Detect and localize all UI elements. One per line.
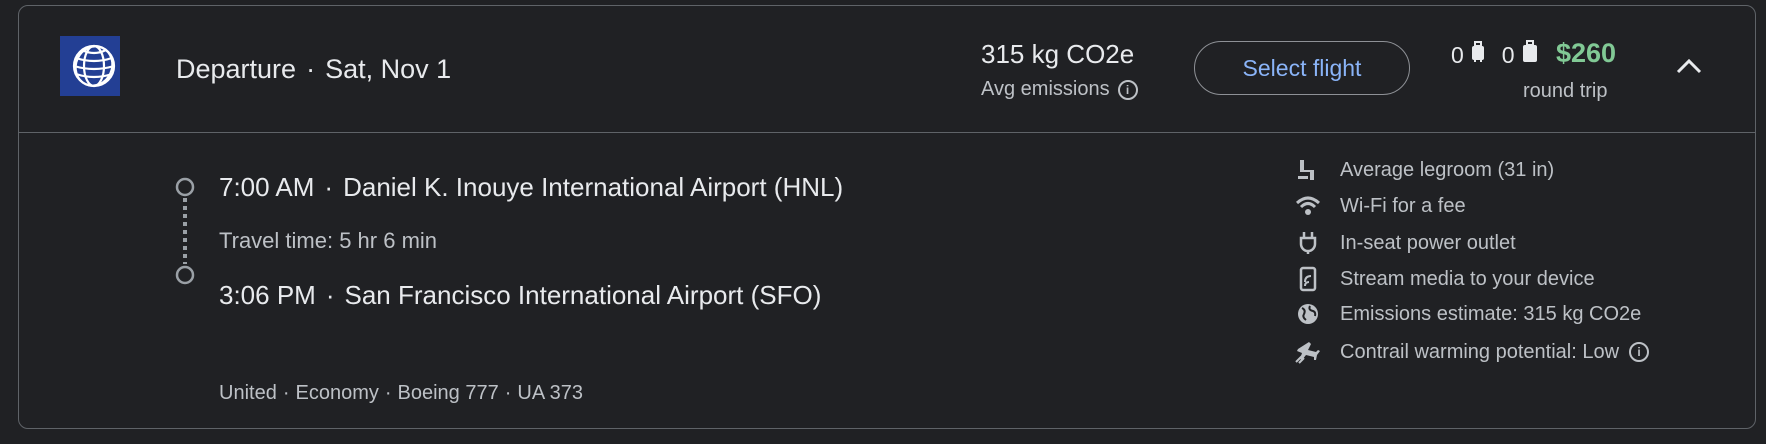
emissions-label-row: Avg emissions i bbox=[981, 78, 1138, 101]
info-icon[interactable]: i bbox=[1117, 79, 1138, 100]
flight-card-header[interactable]: Departure · Sat, Nov 1 315 kg CO2e Avg emi… bbox=[19, 6, 1755, 133]
wifi-icon bbox=[1294, 192, 1322, 220]
amenity-power: In-seat power outlet bbox=[1294, 229, 1764, 257]
arrival-row: 3:06 PM · San Francisco International Airp… bbox=[219, 280, 821, 311]
flight-card: Departure · Sat, Nov 1 315 kg CO2e Avg emi… bbox=[18, 5, 1756, 429]
checked-bag-icon bbox=[1521, 40, 1539, 70]
flight-number: UA 373 bbox=[517, 382, 584, 404]
united-logo-icon bbox=[60, 36, 120, 96]
amenity-label: Contrail warming potential: Low bbox=[1340, 340, 1620, 363]
globe-icon bbox=[1294, 300, 1322, 328]
flight-title: Departure · Sat, Nov 1 bbox=[176, 54, 451, 85]
legroom-icon bbox=[1294, 156, 1322, 184]
checked-bag-count: 0 bbox=[1501, 41, 1515, 68]
amenity-legroom: Average legroom (31 in) bbox=[1294, 156, 1764, 184]
separator-dot: · bbox=[324, 172, 334, 202]
direction-label: Departure bbox=[176, 54, 297, 84]
amenity-label: Emissions estimate: 315 kg CO2e bbox=[1340, 302, 1642, 325]
power-outlet-icon bbox=[1294, 229, 1322, 257]
contrail-icon bbox=[1294, 338, 1322, 366]
cabin-class: Economy bbox=[295, 382, 379, 404]
amenity-label: Wi-Fi for a fee bbox=[1340, 194, 1466, 217]
amenity-stream: Stream media to your device bbox=[1294, 265, 1764, 293]
travel-time: Travel time: 5 hr 6 min bbox=[219, 228, 438, 253]
amenity-label: In-seat power outlet bbox=[1340, 231, 1516, 254]
carry-on-bag-icon bbox=[1470, 41, 1486, 69]
departure-time: 7:00 AM bbox=[219, 172, 315, 202]
emissions-value: 315 kg CO2e bbox=[981, 39, 1135, 69]
amenity-emissions: Emissions estimate: 315 kg CO2e bbox=[1294, 300, 1764, 328]
flight-details: United · Economy · Boeing 777 · UA 373 bbox=[219, 382, 584, 404]
arrival-time: 3:06 PM bbox=[219, 280, 316, 310]
chevron-up-icon[interactable] bbox=[1676, 58, 1702, 74]
itinerary-timeline bbox=[174, 176, 196, 296]
amenity-wifi: Wi-Fi for a fee bbox=[1294, 192, 1764, 220]
separator-dot: · bbox=[306, 54, 316, 84]
amenity-label: Average legroom (31 in) bbox=[1340, 158, 1555, 181]
departure-airport: Daniel K. Inouye International Airport (… bbox=[343, 172, 844, 202]
trip-type-label: round trip bbox=[1523, 80, 1608, 102]
info-icon[interactable]: i bbox=[1629, 342, 1650, 362]
emissions-label: Avg emissions bbox=[981, 78, 1110, 100]
carry-on-count: 0 bbox=[1451, 41, 1464, 68]
stream-media-icon bbox=[1294, 265, 1322, 293]
aircraft-type: Boeing 777 bbox=[397, 382, 499, 404]
price: $260 bbox=[1556, 38, 1617, 68]
amenity-label: Stream media to your device bbox=[1340, 267, 1595, 290]
departure-date: Sat, Nov 1 bbox=[325, 54, 452, 84]
select-flight-button[interactable]: Select flight bbox=[1194, 41, 1410, 95]
baggage-counts: 0 0 bbox=[1451, 40, 1539, 70]
airline-name: United bbox=[219, 382, 277, 404]
amenity-contrail: Contrail warming potential: Low i bbox=[1294, 338, 1764, 366]
separator-dot: · bbox=[325, 280, 335, 310]
arrival-airport: San Francisco International Airport (SFO… bbox=[344, 280, 822, 310]
departure-row: 7:00 AM · Daniel K. Inouye International A… bbox=[219, 172, 843, 203]
